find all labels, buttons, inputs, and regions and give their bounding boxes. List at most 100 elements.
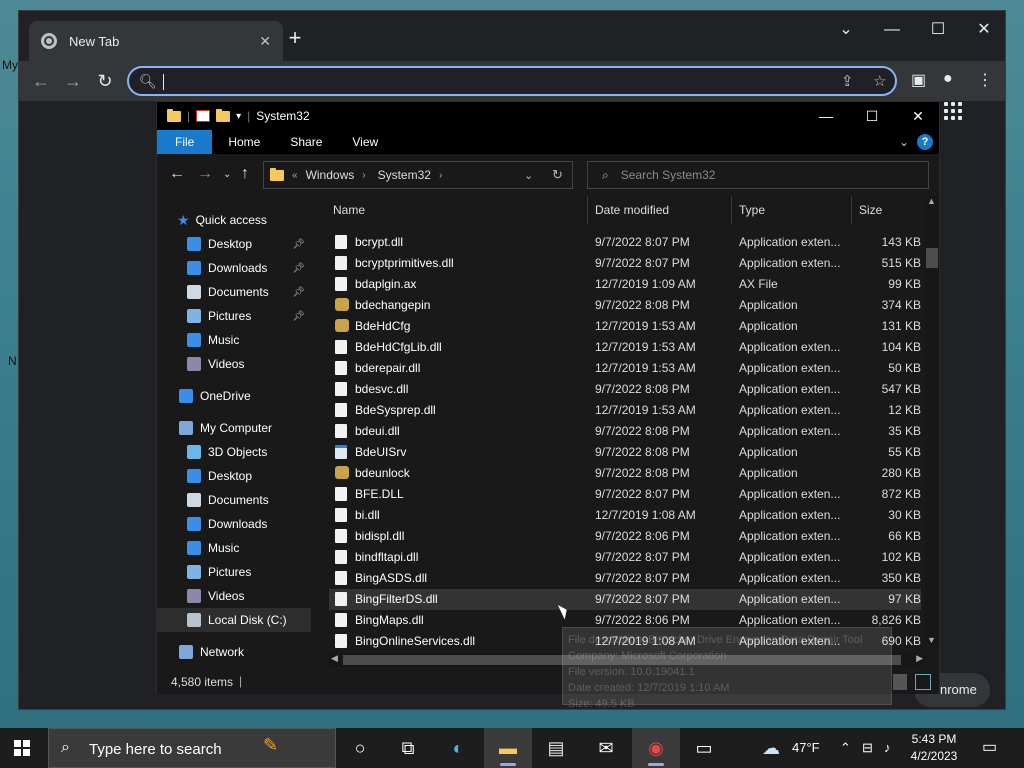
scroll-thumb[interactable] (926, 248, 938, 268)
sidebar-item-downloads[interactable]: Downloads (157, 512, 311, 536)
sidebar-item-music[interactable]: Music (157, 328, 311, 352)
search-box[interactable]: ⌕ Search System32 (587, 161, 929, 189)
windows-start-icon[interactable] (14, 740, 30, 756)
refresh-icon[interactable]: ↻ (552, 167, 563, 183)
show-hidden-icons-icon[interactable]: ⌃ (840, 728, 851, 768)
chrome-tab[interactable]: New Tab ✕ (29, 21, 283, 61)
table-row[interactable]: bi.dll 12/7/2019 1:08 AM Application exten… (329, 505, 921, 526)
recent-locations-icon[interactable]: ⌄ (223, 169, 231, 180)
task-view-icon[interactable]: ⧉ (384, 728, 432, 768)
sidebar-item-downloads[interactable]: Downloads 📌︎ (157, 256, 311, 280)
minimize-button[interactable]: — (869, 15, 915, 45)
address-bar[interactable]: 🔍︎ ⇪ ☆ (127, 66, 897, 96)
nav-quick-access[interactable]: ★ Quick access (157, 208, 311, 232)
chrome-icon[interactable]: ◉ (632, 728, 680, 768)
customize-toolbar-icon[interactable]: ▾ (236, 111, 241, 122)
table-row[interactable]: bcryptprimitives.dll 9/7/2022 8:07 PM Appl… (329, 253, 921, 274)
taskbar-search-box[interactable]: ⌕ Type here to search ✎ (48, 728, 336, 768)
minimize-button[interactable]: — (803, 102, 849, 130)
menu-icon[interactable]: ⋮ (977, 70, 993, 90)
details-view-icon[interactable] (893, 674, 907, 690)
tab-view[interactable]: View (336, 130, 392, 154)
system-clock[interactable]: 5:43 PM 4/2/2023 (906, 731, 962, 765)
back-icon[interactable]: ← (29, 69, 53, 93)
new-folder-icon[interactable] (216, 108, 231, 122)
sidebar-item-desktop[interactable]: Desktop (157, 464, 311, 488)
volume-icon[interactable]: ♪ (884, 728, 891, 768)
mail-icon[interactable]: ✉ (582, 728, 630, 768)
sidebar-item-3d-objects[interactable]: 3D Objects (157, 440, 311, 464)
address-history-icon[interactable]: ⌄ (524, 169, 533, 182)
sidebar-item-documents[interactable]: Documents (157, 488, 311, 512)
terminal-icon[interactable]: ▭ (680, 728, 728, 768)
scroll-left-icon[interactable]: ◀ (331, 653, 338, 664)
table-row[interactable]: BFE.DLL 9/7/2022 8:07 PM Application exten… (329, 484, 921, 505)
sidebar-item-desktop[interactable]: Desktop 📌︎ (157, 232, 311, 256)
up-icon[interactable]: ↑ (241, 165, 249, 183)
table-row[interactable]: bdechangepin 9/7/2022 8:08 PM Application 3… (329, 295, 921, 316)
tab-file[interactable]: File (157, 130, 213, 154)
forward-icon[interactable]: → (61, 69, 85, 93)
table-row[interactable]: BdeUISrv 9/7/2022 8:08 PM Application 55 KB (329, 442, 921, 463)
tab-home[interactable]: Home (212, 130, 274, 154)
address-overflow[interactable]: « (292, 170, 298, 181)
apps-grid-icon[interactable] (944, 102, 962, 120)
breadcrumb-windows[interactable]: Windows (306, 168, 355, 182)
table-row[interactable]: BingFilterDS.dll 9/7/2022 8:07 PM Applicat… (329, 589, 921, 610)
scroll-up-icon[interactable]: ▲ (927, 196, 936, 206)
table-row[interactable]: bdesvc.dll 9/7/2022 8:08 PM Application ex… (329, 379, 921, 400)
tab-search-button[interactable]: ⌄ (823, 15, 869, 45)
tab-share[interactable]: Share (274, 130, 336, 154)
address-bar[interactable]: « Windows › System32 › ⌄ ↻ (263, 161, 573, 189)
close-button[interactable]: ✕ (895, 102, 941, 130)
large-icons-view-icon[interactable] (915, 674, 931, 690)
chevron-right-icon[interactable]: › (362, 170, 365, 181)
store-icon[interactable]: ▤ (532, 728, 580, 768)
table-row[interactable]: BdeSysprep.dll 12/7/2019 1:53 AM Applicati… (329, 400, 921, 421)
table-row[interactable]: bdeunlock 9/7/2022 8:08 PM Application 280 … (329, 463, 921, 484)
sidebar-item-pictures[interactable]: Pictures (157, 560, 311, 584)
properties-icon[interactable] (196, 110, 211, 122)
side-panel-icon[interactable]: ▣ (911, 70, 926, 90)
help-icon[interactable]: ? (917, 134, 933, 150)
sidebar-item-onedrive[interactable]: OneDrive (157, 384, 311, 408)
table-row[interactable]: BingASDS.dll 9/7/2022 8:07 PM Application … (329, 568, 921, 589)
table-row[interactable]: bcrypt.dll 9/7/2022 8:07 PM Application ex… (329, 232, 921, 253)
table-row[interactable]: BdeHdCfg 12/7/2019 1:53 AM Application 131 … (329, 316, 921, 337)
table-row[interactable]: bindfltapi.dll 9/7/2022 8:07 PM Applicatio… (329, 547, 921, 568)
sidebar-item-local-disk-c-[interactable]: Local Disk (C:) (157, 608, 311, 632)
share-icon[interactable]: ⇪ (841, 72, 854, 90)
breadcrumb-system32[interactable]: System32 (378, 168, 431, 182)
cortana-icon[interactable]: ○ (336, 728, 384, 768)
new-tab-button[interactable]: + (281, 25, 309, 53)
table-row[interactable]: BdeHdCfgLib.dll 12/7/2019 1:53 AM Applicat… (329, 337, 921, 358)
chevron-right-icon[interactable]: › (439, 170, 442, 181)
sidebar-item-videos[interactable]: Videos (157, 584, 311, 608)
tab-close-icon[interactable]: ✕ (259, 33, 271, 50)
forward-icon[interactable]: → (197, 165, 213, 183)
table-row[interactable]: bidispl.dll 9/7/2022 8:06 PM Application e… (329, 526, 921, 547)
reload-icon[interactable]: ↻ (93, 69, 117, 93)
sidebar-item-music[interactable]: Music (157, 536, 311, 560)
sidebar-item-pictures[interactable]: Pictures 📌︎ (157, 304, 311, 328)
table-row[interactable]: bdeui.dll 9/7/2022 8:08 PM Application ext… (329, 421, 921, 442)
expand-ribbon-icon[interactable]: ⌄ (899, 135, 909, 149)
vertical-scrollbar[interactable]: ▲ ▼ (925, 196, 939, 645)
bookmark-star-icon[interactable]: ☆ (873, 72, 886, 90)
table-row[interactable]: bderepair.dll 12/7/2019 1:53 AM Applicatio… (329, 358, 921, 379)
sidebar-item-documents[interactable]: Documents 📌︎ (157, 280, 311, 304)
scroll-right-icon[interactable]: ▶ (916, 653, 923, 664)
edge-icon[interactable]: ◐ (434, 728, 482, 768)
scroll-down-icon[interactable]: ▼ (927, 635, 936, 645)
profile-icon[interactable]: ● (943, 70, 953, 88)
notifications-icon[interactable]: ▭ (982, 728, 997, 768)
weather-temperature[interactable]: 47°F (792, 728, 820, 768)
maximize-button[interactable]: ☐ (915, 15, 961, 45)
close-button[interactable]: ✕ (961, 15, 1007, 45)
maximize-button[interactable]: ☐ (849, 102, 895, 130)
network-icon[interactable]: ⊟ (862, 728, 873, 768)
sidebar-item-my-computer[interactable]: My Computer (157, 416, 311, 440)
table-row[interactable]: bdaplgin.ax 12/7/2019 1:09 AM AX File 99 KB (329, 274, 921, 295)
weather-icon[interactable]: ☁ (762, 728, 780, 768)
back-icon[interactable]: ← (169, 165, 185, 183)
